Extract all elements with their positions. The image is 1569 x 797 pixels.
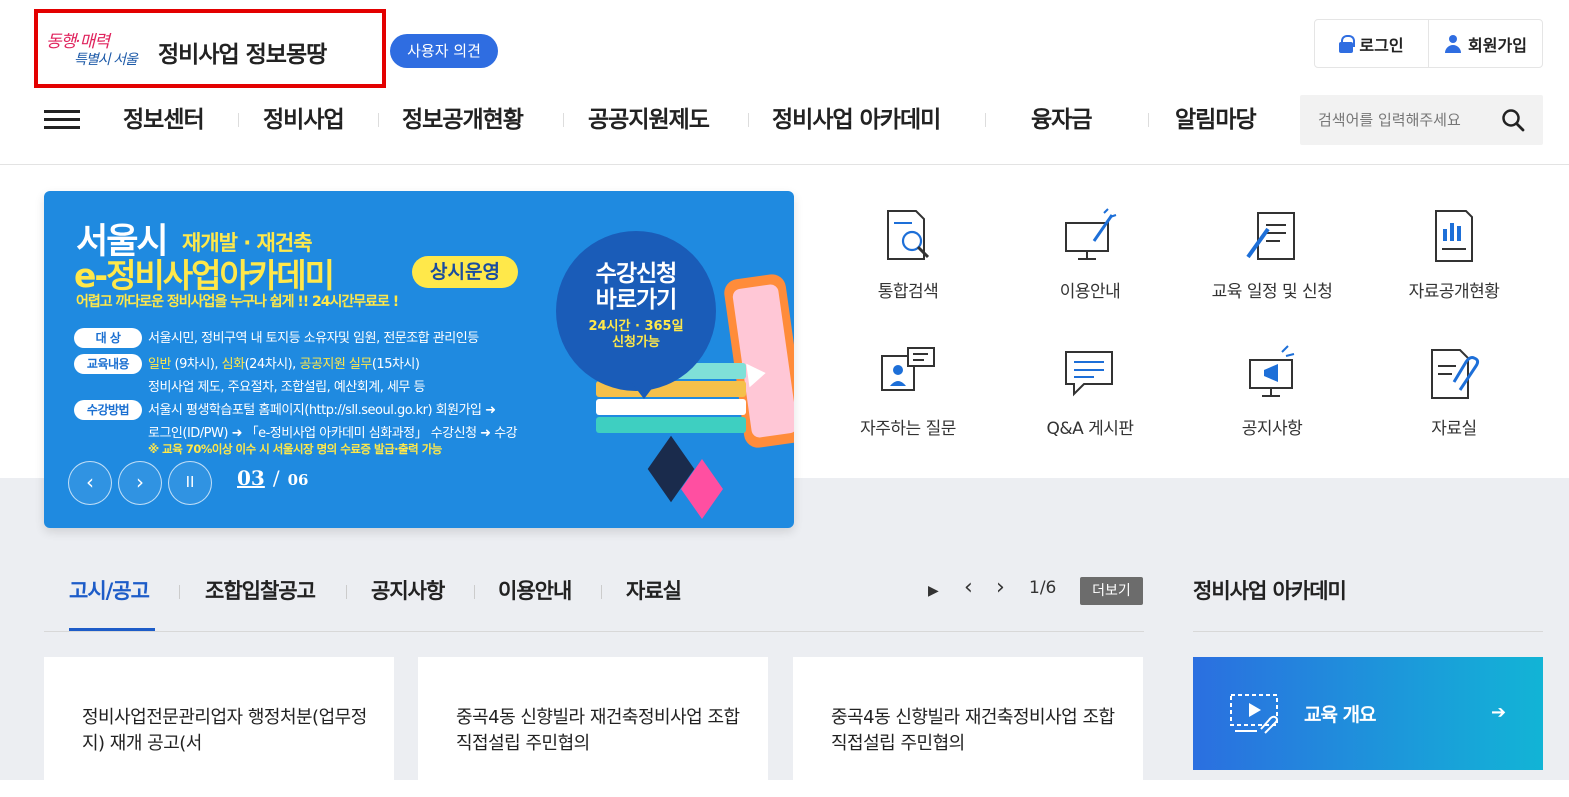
video-icon [1230, 694, 1278, 734]
banner-pause-button[interactable]: II [168, 461, 212, 505]
signup-label: 회원가입 [1468, 35, 1527, 55]
search-box [1300, 95, 1543, 145]
board-tabs: 고시/공고 조합입찰공고 공지사항 이용안내 자료실 ▶ ‹ › 1/6 더보기 [44, 565, 1144, 632]
board-prev-button[interactable]: ‹ [964, 575, 973, 600]
quick-label: 자료공개현황 [1408, 282, 1500, 302]
banner-note: ※ 교육 70%이상 이수 시 서울시장 명의 수료증 발급·출력 가능 [148, 442, 442, 456]
nav-item-disclosure[interactable]: 정보공개현황 [402, 96, 524, 144]
qna-icon [1065, 351, 1113, 397]
quick-guide[interactable]: 이용안내 [1000, 207, 1180, 317]
banner-pagination: 03/06 [237, 466, 309, 490]
more-button[interactable]: 더보기 [1080, 577, 1143, 605]
guide-icon [1065, 208, 1117, 260]
tab-guide[interactable]: 이용안내 [498, 575, 572, 605]
banner-title-main: e-정비사업아카데미 [74, 256, 335, 295]
post-title: 정비사업전문관리업자 행정처분(업무정지) 재개 공고(서 [82, 707, 367, 754]
post-title: 중곡4동 신향빌라 재건축정비사업 조합직접설립 주민협의 [831, 707, 1115, 754]
banner-page-total: 06 [287, 471, 309, 489]
banner-prev-button[interactable]: ‹ [68, 461, 112, 505]
quick-archive[interactable]: 자료실 [1364, 344, 1544, 454]
site-header: 동행·매력 특별시 서울 정비사업 정보몽땅 사용자 의견 로그인 회원가입 정… [0, 0, 1569, 165]
arrow-right-icon: ➔ [1491, 702, 1507, 723]
chip-target: 대 상 [74, 328, 142, 348]
chip-content: 교육내용 [74, 354, 142, 374]
banner-subtitle: 어렵고 까다로운 정비사업을 누구나 쉽게 !! 24시간무료로 ! [76, 294, 399, 310]
main-banner[interactable]: 서울시 재개발 · 재건축 e-정비사업아카데미 상시운영 어렵고 까다로운 정… [44, 191, 794, 528]
circle-pointer [632, 383, 656, 399]
academy-overview-card[interactable]: 교육 개요 ➔ [1193, 657, 1543, 770]
logo-line2: 특별시 서울 [74, 52, 138, 68]
quick-data-status[interactable]: 자료공개현황 [1364, 207, 1544, 317]
faq-icon [881, 347, 935, 391]
integrated-search-icon [887, 210, 930, 260]
quick-label: 교육 일정 및 신청 [1211, 282, 1333, 302]
quick-faq[interactable]: 자주하는 질문 [818, 344, 998, 454]
banner-next-button[interactable]: › [118, 461, 162, 505]
data-status-icon [1435, 210, 1473, 262]
tab-bid[interactable]: 조합입찰공고 [205, 575, 316, 605]
quick-label: Q&A 게시판 [1046, 419, 1134, 439]
board-pager: 1/6 [1029, 578, 1057, 598]
tab-announcement[interactable]: 고시/공고 [69, 575, 150, 605]
nav-item-info-center[interactable]: 정보센터 [123, 96, 205, 144]
banner-page-current: 03 [237, 466, 265, 490]
chip-method: 수강방법 [74, 400, 142, 420]
quick-label: 자주하는 질문 [860, 419, 956, 439]
tab-notice[interactable]: 공지사항 [371, 575, 445, 605]
banner-row-method: 수강방법 서울시 평생학습포털 홈페이지(http://sll.seoul.go.… [74, 399, 518, 441]
menu-icon[interactable] [44, 110, 80, 130]
quick-integrated-search[interactable]: 통합검색 [818, 207, 998, 317]
quick-label: 자료실 [1431, 419, 1477, 439]
login-link[interactable]: 로그인 [1315, 20, 1428, 67]
search-icon[interactable] [1501, 108, 1525, 132]
apply-shortcut-title: 수강신청 바로가기 [595, 261, 678, 313]
nav-item-notice[interactable]: 알림마당 [1175, 96, 1257, 144]
quick-edu-schedule[interactable]: 교육 일정 및 신청 [1182, 207, 1362, 317]
quick-label: 이용안내 [1059, 282, 1121, 302]
active-tab-indicator [69, 628, 155, 631]
board-next-button[interactable]: › [996, 575, 1005, 600]
seoul-logo: 동행·매력 특별시 서울 [46, 27, 156, 71]
nav-item-loan[interactable]: 융자금 [1031, 96, 1092, 144]
apply-shortcut-sub: 24시간 · 365일 신청가능 [588, 319, 684, 350]
post-card[interactable]: 중곡4동 신향빌라 재건축정비사업 조합직접설립 주민협의 [418, 657, 768, 797]
quick-notice[interactable]: 공지사항 [1182, 344, 1362, 454]
utility-menu: 로그인 회원가입 [1314, 19, 1543, 68]
logo-area[interactable]: 동행·매력 특별시 서울 정비사업 정보몽땅 [34, 9, 386, 88]
quick-label: 통합검색 [877, 282, 939, 302]
notice-icon [1249, 345, 1295, 397]
academy-card-label: 교육 개요 [1304, 704, 1377, 726]
search-input[interactable] [1318, 109, 1498, 131]
play-icon[interactable]: ▶ [928, 583, 939, 599]
nav-item-academy[interactable]: 정비사업 아카데미 [772, 96, 941, 144]
signup-link[interactable]: 회원가입 [1428, 20, 1542, 67]
edu-schedule-icon [1246, 212, 1295, 260]
post-title: 중곡4동 신향빌라 재건축정비사업 조합직접설립 주민협의 [456, 707, 740, 754]
login-label: 로그인 [1359, 35, 1404, 55]
post-card[interactable]: 정비사업전문관리업자 행정처분(업무정지) 재개 공고(서 [44, 657, 394, 797]
post-card[interactable]: 중곡4동 신향빌라 재건축정비사업 조합직접설립 주민협의 [793, 657, 1143, 797]
tab-archive[interactable]: 자료실 [626, 575, 682, 605]
academy-section-title: 정비사업 아카데미 [1193, 579, 1347, 603]
banner-row-target: 대 상 서울시민, 정비구역 내 토지등 소유자및 임원, 전문조합 관리인등 [74, 327, 479, 348]
lock-icon [1339, 34, 1356, 53]
archive-icon [1431, 349, 1480, 399]
apply-shortcut-circle[interactable]: 수강신청 바로가기 24시간 · 365일 신청가능 [556, 231, 716, 391]
nav-item-project[interactable]: 정비사업 [263, 96, 345, 144]
user-opinion-button[interactable]: 사용자 의견 [390, 34, 498, 68]
site-title[interactable]: 정비사업 정보몽땅 [158, 35, 327, 69]
user-icon [1444, 34, 1462, 53]
banner-row-content: 교육내용 일반 (9차시), 심화(24차시), 공공지원 실무(15차시) 정비… [74, 353, 425, 395]
quick-qna[interactable]: Q&A 게시판 [1000, 344, 1180, 454]
nav-item-public-support[interactable]: 공공지원제도 [588, 96, 710, 144]
banner-badge: 상시운영 [412, 256, 518, 288]
quick-label: 공지사항 [1241, 419, 1303, 439]
academy-divider [1193, 631, 1543, 632]
